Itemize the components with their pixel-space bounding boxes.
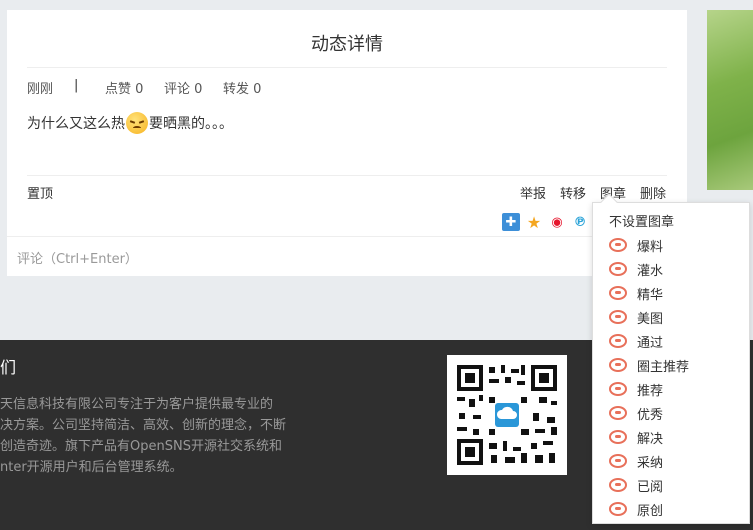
qzone-icon[interactable]: ✚ bbox=[502, 213, 520, 231]
stamp-icon bbox=[609, 358, 627, 372]
stamp-option-label: 通过 bbox=[637, 335, 664, 351]
post-content: 为什么又这么热 要晒黑的。。。 bbox=[27, 112, 233, 134]
footer-title: 们 bbox=[0, 358, 17, 377]
stamp-option-label: 解决 bbox=[637, 431, 664, 447]
qr-code-icon bbox=[455, 363, 559, 467]
repost-button[interactable]: 转发 0 bbox=[223, 78, 261, 97]
stamp-option-label: 美图 bbox=[637, 311, 664, 327]
stamp-option[interactable]: 美图 bbox=[609, 305, 689, 329]
post-text-end: 要晒黑的。。。 bbox=[149, 116, 233, 132]
comment-input[interactable]: 评论（Ctrl+Enter） bbox=[17, 248, 138, 267]
footer-description: 天信息科技有限公司专注于为客户提供最专业的 决方案。公司坚持简洁、高效、创新的理… bbox=[0, 394, 300, 478]
stamp-option-label: 爆料 bbox=[637, 239, 664, 255]
footer-line: nter开源用户和后台管理系统。 bbox=[0, 460, 183, 475]
post-detail-card: 动态详情 刚刚 | 点赞 0 评论 0 转发 0 为什么又这么热 要晒黑的。。。… bbox=[7, 10, 687, 276]
stamp-option[interactable]: 精华 bbox=[609, 281, 689, 305]
stamp-icon bbox=[609, 382, 627, 396]
like-button[interactable]: 点赞 0 bbox=[105, 78, 143, 97]
stamp-option[interactable]: 推荐 bbox=[609, 377, 689, 401]
divider bbox=[27, 67, 667, 68]
stamp-option[interactable]: 优秀 bbox=[609, 401, 689, 425]
stamp-icon bbox=[609, 502, 627, 516]
page-title: 动态详情 bbox=[311, 34, 383, 55]
stamp-option[interactable]: 已阅 bbox=[609, 473, 689, 497]
stamp-option[interactable]: 爆料 bbox=[609, 233, 689, 257]
stamp-option[interactable]: 解决 bbox=[609, 425, 689, 449]
stamp-list: 爆料 灌水 精华 美图 通过 圈主推荐 推荐 优秀 解决 采纳 已阅 原创 bbox=[609, 233, 689, 521]
footer-line: 创造奇迹。旗下产品有OpenSNS开源社交系统和 bbox=[0, 439, 282, 454]
move-button[interactable]: 转移 bbox=[560, 183, 586, 202]
stamp-option-label: 圈主推荐 bbox=[637, 359, 690, 375]
star-icon[interactable]: ★ bbox=[525, 213, 543, 232]
divider bbox=[27, 175, 667, 176]
stamp-icon bbox=[609, 430, 627, 444]
delete-button[interactable]: 删除 bbox=[640, 183, 666, 202]
qr-code bbox=[447, 355, 567, 475]
weibo-icon[interactable]: ◉ bbox=[548, 213, 566, 231]
post-text-start: 为什么又这么热 bbox=[27, 116, 125, 132]
stamp-option[interactable]: 通过 bbox=[609, 329, 689, 353]
stamp-icon bbox=[609, 334, 627, 348]
share-bar: ✚ ★ ◉ ℗ bbox=[502, 213, 589, 232]
stamp-option-label: 灌水 bbox=[637, 263, 664, 279]
sweating-emoji-icon bbox=[126, 112, 148, 134]
stamp-icon bbox=[609, 238, 627, 252]
comment-count-button[interactable]: 评论 0 bbox=[164, 78, 202, 97]
post-time: 刚刚 bbox=[27, 82, 54, 97]
footer-line: 决方案。公司坚持简洁、高效、创新的理念，不断 bbox=[0, 418, 287, 433]
divider bbox=[7, 236, 687, 237]
stamp-option-label: 采纳 bbox=[637, 455, 664, 471]
stamp-option-label: 优秀 bbox=[637, 407, 664, 423]
stamp-icon bbox=[609, 286, 627, 300]
stamp-option[interactable]: 原创 bbox=[609, 497, 689, 521]
post-actions: 置顶 举报 转移 图章 删除 bbox=[27, 182, 667, 204]
report-button[interactable]: 举报 bbox=[520, 183, 546, 202]
stamp-icon bbox=[609, 454, 627, 468]
side-banner-image bbox=[707, 10, 753, 190]
stamp-option-label: 已阅 bbox=[637, 479, 664, 495]
stamp-option-label: 原创 bbox=[637, 503, 664, 519]
pin-button[interactable]: 置顶 bbox=[27, 183, 53, 202]
stamp-option-label: 推荐 bbox=[637, 383, 664, 399]
stamp-icon bbox=[609, 406, 627, 420]
stamp-option[interactable]: 采纳 bbox=[609, 449, 689, 473]
stamp-icon bbox=[609, 310, 627, 324]
meta-separator: | bbox=[74, 78, 79, 93]
stamp-option[interactable]: 圈主推荐 bbox=[609, 353, 689, 377]
stamp-dropdown-menu: 不设置图章 爆料 灌水 精华 美图 通过 圈主推荐 推荐 优秀 解决 采纳 已阅… bbox=[592, 193, 750, 524]
pinterest-icon[interactable]: ℗ bbox=[571, 213, 589, 231]
stamp-option-label: 精华 bbox=[637, 287, 664, 303]
stamp-option[interactable]: 灌水 bbox=[609, 257, 689, 281]
footer-line: 天信息科技有限公司专注于为客户提供最专业的 bbox=[0, 397, 274, 412]
stamp-icon bbox=[609, 262, 627, 276]
stamp-icon bbox=[609, 478, 627, 492]
stamp-none-option[interactable]: 不设置图章 bbox=[609, 211, 674, 230]
